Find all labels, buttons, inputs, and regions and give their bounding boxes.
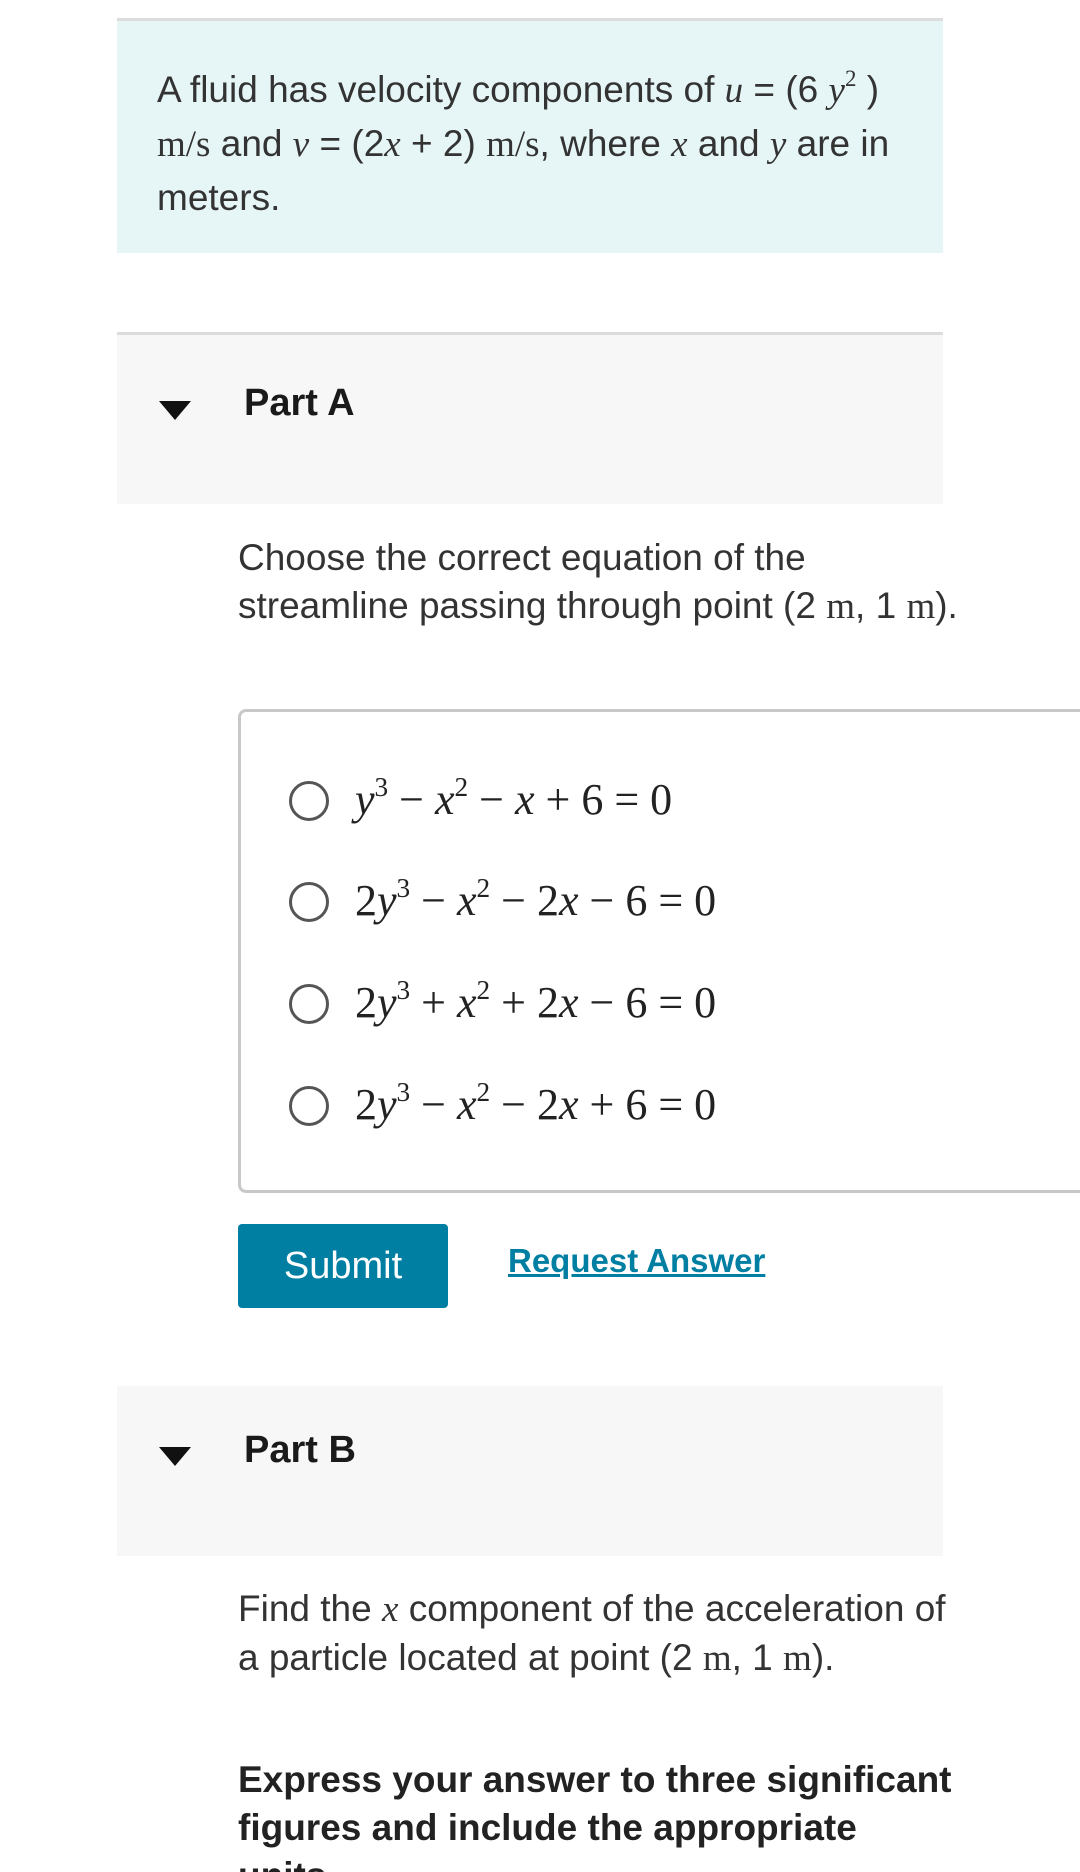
var-u: u: [724, 70, 744, 111]
part-b-title: Part B: [244, 1429, 356, 1471]
choice-equation-3: 2y3 + x2 + 2x − 6 = 0: [355, 974, 717, 1027]
radio-button-3[interactable]: [289, 984, 329, 1024]
choice-equation-2: 2y3 − x2 − 2x − 6 = 0: [355, 872, 717, 925]
choice-equation-4: 2y3 − x2 − 2x + 6 = 0: [355, 1076, 717, 1129]
collapse-caret-icon[interactable]: [159, 1447, 191, 1466]
part-a-header[interactable]: Part A: [117, 332, 943, 504]
part-a-title: Part A: [244, 382, 355, 424]
radio-button-1[interactable]: [289, 781, 329, 821]
choice-option-1[interactable]: y3 − x2 − x + 6 = 0: [289, 772, 989, 832]
radio-button-2[interactable]: [289, 882, 329, 922]
part-b-question: Find the x component of the acceleration…: [238, 1588, 946, 1679]
page: A fluid has velocity components of u = (…: [0, 0, 1080, 1872]
choice-option-2[interactable]: 2y3 − x2 − 2x − 6 = 0: [289, 873, 989, 933]
var-v: v: [292, 124, 310, 165]
radio-button-4[interactable]: [289, 1086, 329, 1126]
choice-option-3[interactable]: 2y3 + x2 + 2x − 6 = 0: [289, 975, 989, 1035]
part-b-instruction: Express your answer to three significant…: [238, 1759, 952, 1872]
choice-option-4[interactable]: 2y3 − x2 − 2x + 6 = 0: [289, 1077, 989, 1137]
submit-button[interactable]: Submit: [238, 1224, 448, 1308]
part-b-header[interactable]: Part B: [117, 1386, 943, 1556]
problem-intro-box: A fluid has velocity components of u = (…: [117, 18, 943, 253]
request-answer-link[interactable]: Request Answer: [508, 1242, 765, 1280]
problem-statement: A fluid has velocity components of u = (…: [157, 66, 890, 218]
choice-equation-1: y3 − x2 − x + 6 = 0: [355, 771, 673, 824]
collapse-caret-icon[interactable]: [159, 401, 191, 420]
part-a-question: Choose the correct equation of the strea…: [238, 537, 958, 627]
answer-choices-box: y3 − x2 − x + 6 = 0 2y3 − x2 − 2x − 6 = …: [238, 709, 1080, 1193]
